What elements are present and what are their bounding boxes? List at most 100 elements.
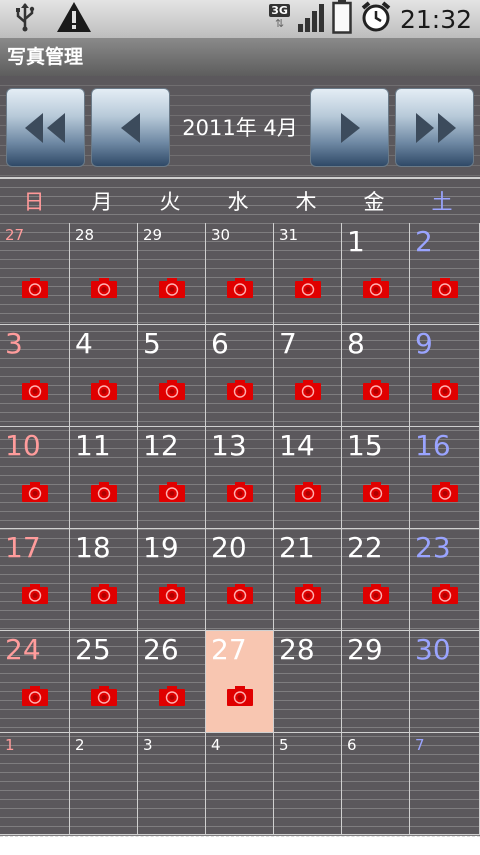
calendar-day[interactable]: 15 [342, 427, 410, 529]
right-arrow-icon [340, 112, 360, 143]
calendar-day[interactable]: 11 [70, 427, 138, 529]
camera-icon [226, 584, 253, 604]
day-number: 16 [415, 429, 451, 462]
calendar-day[interactable]: 30 [410, 631, 480, 733]
camera-icon [362, 278, 389, 298]
calendar-day[interactable]: 20 [206, 529, 274, 631]
day-number: 25 [75, 633, 111, 666]
calendar-day[interactable]: 21 [274, 529, 342, 631]
calendar-day[interactable]: 3 [138, 733, 206, 835]
calendar-day[interactable]: 24 [0, 631, 70, 733]
calendar-day[interactable]: 13 [206, 427, 274, 529]
calendar-day[interactable]: 27 [0, 223, 70, 325]
app-title-bar: 写真管理 [0, 38, 480, 76]
day-number: 4 [75, 327, 93, 360]
calendar-day[interactable]: 31 [274, 223, 342, 325]
calendar-day[interactable]: 5 [274, 733, 342, 835]
camera-icon [21, 482, 48, 502]
calendar-day[interactable]: 17 [0, 529, 70, 631]
weekday-saturday: 土 [431, 190, 453, 214]
calendar-day[interactable]: 9 [410, 325, 480, 427]
day-number: 30 [211, 226, 231, 244]
double-left-arrow-icon [24, 112, 65, 143]
calendar-day[interactable]: 4 [206, 733, 274, 835]
calendar-day[interactable]: 3 [0, 325, 70, 427]
calendar-day[interactable]: 18 [70, 529, 138, 631]
calendar-day[interactable]: 7 [274, 325, 342, 427]
calendar-day[interactable]: 1 [0, 733, 70, 835]
calendar-day[interactable]: 23 [410, 529, 480, 631]
camera-icon [90, 686, 117, 706]
camera-icon [90, 482, 117, 502]
camera-icon [158, 686, 185, 706]
calendar-day[interactable]: 28 [70, 223, 138, 325]
calendar-day[interactable]: 30 [206, 223, 274, 325]
clock: 21:32 [399, 4, 472, 34]
day-number: 5 [143, 327, 161, 360]
day-number: 2 [75, 736, 85, 754]
camera-icon [21, 278, 48, 298]
calendar-day[interactable]: 19 [138, 529, 206, 631]
calendar-day[interactable]: 6 [342, 733, 410, 835]
day-number: 29 [347, 633, 383, 666]
day-number: 22 [347, 531, 383, 564]
day-number: 17 [5, 531, 41, 564]
calendar-day[interactable]: 14 [274, 427, 342, 529]
day-number: 4 [211, 736, 221, 754]
current-month-label: 2011年 4月 [182, 116, 298, 140]
calendar-day[interactable]: 2 [410, 223, 480, 325]
calendar-day[interactable]: 1 [342, 223, 410, 325]
calendar-day[interactable]: 6 [206, 325, 274, 427]
calendar-day[interactable]: 5 [138, 325, 206, 427]
day-number: 27 [211, 633, 247, 666]
day-number: 9 [415, 327, 433, 360]
day-number: 7 [415, 736, 425, 754]
calendar-day[interactable]: 8 [342, 325, 410, 427]
calendar-day[interactable]: 22 [342, 529, 410, 631]
day-number: 23 [415, 531, 451, 564]
calendar-day[interactable]: 16 [410, 427, 480, 529]
weekday-wednesday: 水 [227, 190, 249, 214]
calendar-day[interactable]: 26 [138, 631, 206, 733]
day-number: 10 [5, 429, 41, 462]
day-number: 1 [347, 225, 365, 258]
camera-icon [431, 380, 458, 400]
day-number: 29 [143, 226, 163, 244]
next-month-button[interactable] [310, 88, 389, 167]
camera-icon [90, 278, 117, 298]
day-number: 1 [5, 736, 15, 754]
calendar-day[interactable]: 4 [70, 325, 138, 427]
calendar-day[interactable]: 29 [138, 223, 206, 325]
camera-icon [226, 482, 253, 502]
day-number: 6 [211, 327, 229, 360]
alarm-icon [360, 1, 392, 37]
calendar-day-today[interactable]: 27 [206, 631, 274, 733]
camera-icon [158, 278, 185, 298]
day-number: 30 [415, 633, 451, 666]
calendar-day[interactable]: 10 [0, 427, 70, 529]
camera-icon [158, 584, 185, 604]
calendar-day[interactable]: 12 [138, 427, 206, 529]
calendar-day[interactable]: 25 [70, 631, 138, 733]
data-arrows-icon: ⇅ [275, 17, 285, 30]
day-number: 14 [279, 429, 315, 462]
day-number: 28 [75, 226, 95, 244]
camera-icon [90, 380, 117, 400]
day-number: 2 [415, 225, 433, 258]
camera-icon [158, 482, 185, 502]
prev-year-button[interactable] [6, 88, 85, 167]
day-number: 5 [279, 736, 289, 754]
camera-icon [431, 584, 458, 604]
weekday-tuesday: 火 [159, 190, 181, 214]
camera-icon [294, 380, 321, 400]
calendar-day[interactable]: 29 [342, 631, 410, 733]
calendar-day[interactable]: 28 [274, 631, 342, 733]
camera-icon [431, 278, 458, 298]
next-year-button[interactable] [395, 88, 474, 167]
double-right-arrow-icon [415, 112, 456, 143]
prev-month-button[interactable] [91, 88, 170, 167]
calendar-day[interactable]: 2 [70, 733, 138, 835]
camera-icon [362, 482, 389, 502]
calendar-day[interactable]: 7 [410, 733, 480, 835]
day-number: 12 [143, 429, 179, 462]
